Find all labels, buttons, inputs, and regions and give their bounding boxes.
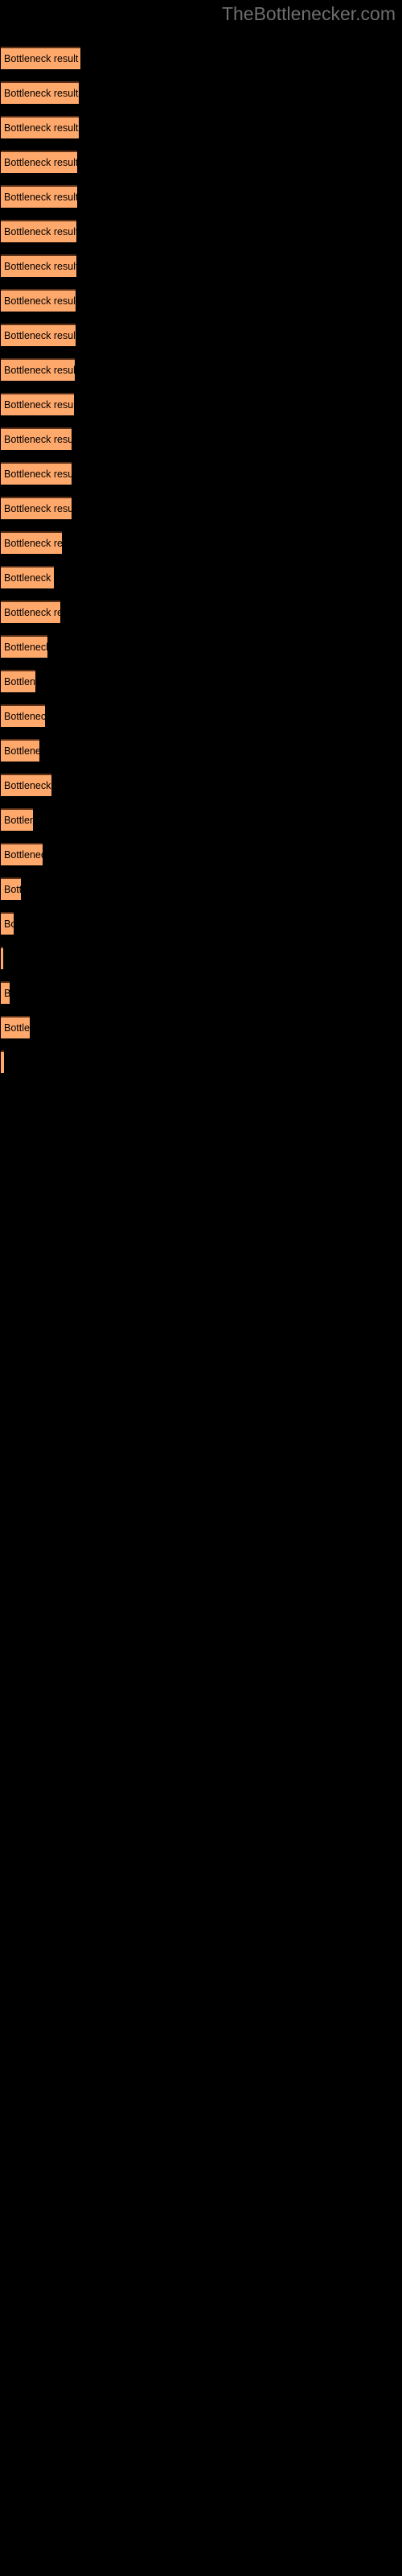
bar-row: Bottleneck result	[0, 174, 402, 208]
bar-row: Bottleneck result	[0, 970, 402, 1005]
bar-label: Bottleneck result	[4, 502, 72, 514]
bar-row: Bottleneck result	[0, 35, 402, 70]
bar-label: Bottleneck result	[4, 295, 76, 307]
bottleneck-result-bar[interactable]: Bottleneck result	[1, 185, 77, 208]
bar-row: Bottleneck result	[0, 416, 402, 451]
bar-row: Bottleneck result	[0, 589, 402, 624]
bar-label: Bottleneck result	[4, 745, 39, 757]
bar-row: Bottleneck result	[0, 762, 402, 797]
bottleneck-result-bar[interactable]: Bottleneck result	[1, 220, 76, 242]
bottleneck-result-bar[interactable]: Bottleneck result	[1, 670, 35, 692]
bar-row: Bottleneck result	[0, 70, 402, 105]
bottleneck-result-bar[interactable]: Bottleneck result	[1, 289, 76, 312]
bar-row: Bottleneck result	[0, 243, 402, 278]
bar-row: Bottleneck result	[0, 866, 402, 901]
bottleneck-result-bar[interactable]: Bottleneck result	[1, 739, 39, 762]
bar-row: Bottleneck result	[0, 1039, 402, 1074]
bar-row: Bottleneck result	[0, 797, 402, 832]
bar-row: Bottleneck result	[0, 555, 402, 589]
bottleneck-result-bar[interactable]: Bottleneck result	[1, 566, 54, 588]
bottleneck-result-bar[interactable]: Bottleneck result	[1, 808, 33, 831]
bottleneck-result-bar[interactable]: Bottleneck result	[1, 1016, 30, 1038]
bar-label: Bottleneck result	[4, 468, 72, 480]
bar-label: Bottleneck result	[4, 989, 10, 999]
bar-label: Bottleneck result	[4, 122, 79, 134]
bottleneck-result-bar[interactable]: Bottleneck result	[1, 531, 62, 554]
bar-label: Bottleneck result	[4, 433, 72, 445]
bar-row: Bottleneck result	[0, 485, 402, 520]
bottleneck-result-bar[interactable]: Bottleneck result	[1, 116, 79, 138]
bar-label: Bottleneck result	[4, 191, 77, 203]
bottleneck-result-bar[interactable]: Bottleneck result	[1, 1051, 4, 1073]
bottleneck-result-bar[interactable]: Bottleneck result	[1, 947, 3, 969]
bar-row: Bottleneck result	[0, 728, 402, 762]
bar-label: Bottleneck result	[4, 398, 74, 411]
bottleneck-result-bar[interactable]: Bottleneck result	[1, 877, 21, 900]
bottleneck-result-bar[interactable]: Bottleneck result	[1, 601, 60, 623]
site-title: TheBottlenecker.com	[221, 3, 396, 24]
bar-row: Bottleneck result	[0, 105, 402, 139]
bar-row: Bottleneck result	[0, 208, 402, 243]
bottleneck-result-bar[interactable]: Bottleneck result	[1, 393, 74, 415]
bar-row: Bottleneck result	[0, 139, 402, 174]
bottleneck-result-bar[interactable]: Bottleneck result	[1, 843, 43, 865]
bar-row: Bottleneck result	[0, 693, 402, 728]
bar-label: Bottleneck result	[4, 329, 76, 341]
bottleneck-result-bar[interactable]: Bottleneck result	[1, 981, 10, 1004]
bar-row: Bottleneck result	[0, 935, 402, 970]
bar-label: Bottleneck result	[4, 606, 60, 618]
bottleneck-result-bar[interactable]: Bottleneck result	[1, 635, 47, 658]
bottleneck-result-bar[interactable]: Bottleneck result	[1, 254, 76, 277]
bottleneck-result-bar[interactable]: Bottleneck result	[1, 427, 72, 450]
bar-row: Bottleneck result	[0, 312, 402, 347]
bottleneck-result-bar[interactable]: Bottleneck result	[1, 324, 76, 346]
bar-label: Bottleneck result	[4, 156, 77, 168]
bottleneck-result-bar[interactable]: Bottleneck result	[1, 704, 45, 727]
bar-label: Bottleneck result	[4, 87, 79, 99]
bar-row: Bottleneck result	[0, 832, 402, 866]
bar-row: Bottleneck result	[0, 520, 402, 555]
bottleneck-result-bar[interactable]: Bottleneck result	[1, 774, 51, 796]
bar-row: Bottleneck result	[0, 451, 402, 485]
bottleneck-result-bar[interactable]: Bottleneck result	[1, 462, 72, 485]
bar-label: Bottleneck result	[4, 848, 43, 861]
bar-row: Bottleneck result	[0, 347, 402, 382]
bar-label: Bottleneck result	[4, 52, 79, 64]
bar-label: Bottleneck result	[4, 537, 62, 549]
bar-row: Bottleneck result	[0, 658, 402, 693]
bar-label: Bottleneck result	[4, 641, 47, 653]
bar-label: Bottleneck result	[4, 1022, 30, 1034]
bar-label: Bottleneck result	[4, 260, 76, 272]
bottleneck-result-bar[interactable]: Bottleneck result	[1, 358, 75, 381]
bar-row: Bottleneck result	[0, 382, 402, 416]
bar-label: Bottleneck result	[4, 225, 76, 237]
bar-label: Bottleneck result	[4, 918, 14, 930]
bar-row: Bottleneck result	[0, 901, 402, 935]
bottleneck-result-bar[interactable]: Bottleneck result	[1, 151, 77, 173]
bar-label: Bottleneck result	[4, 779, 51, 791]
bar-label: Bottleneck result	[4, 364, 75, 376]
bar-label: Bottleneck result	[4, 883, 21, 895]
bar-label: Bottleneck result	[4, 710, 45, 722]
bar-label: Bottleneck result	[4, 572, 54, 584]
bottleneck-result-bar[interactable]: Bottleneck result	[1, 81, 79, 104]
bar-row: Bottleneck result	[0, 1005, 402, 1039]
bottleneck-result-bar[interactable]: Bottleneck result	[1, 47, 80, 69]
bar-row: Bottleneck result	[0, 278, 402, 312]
bar-label: Bottleneck result	[4, 814, 33, 826]
bottleneck-bar-chart: Bottleneck result Bottleneck result Bottle…	[0, 35, 402, 1074]
bottleneck-result-bar[interactable]: Bottleneck result	[1, 912, 14, 935]
bar-row: Bottleneck result	[0, 624, 402, 658]
bottleneck-result-bar[interactable]: Bottleneck result	[1, 497, 72, 519]
bar-label: Bottleneck result	[4, 675, 35, 687]
